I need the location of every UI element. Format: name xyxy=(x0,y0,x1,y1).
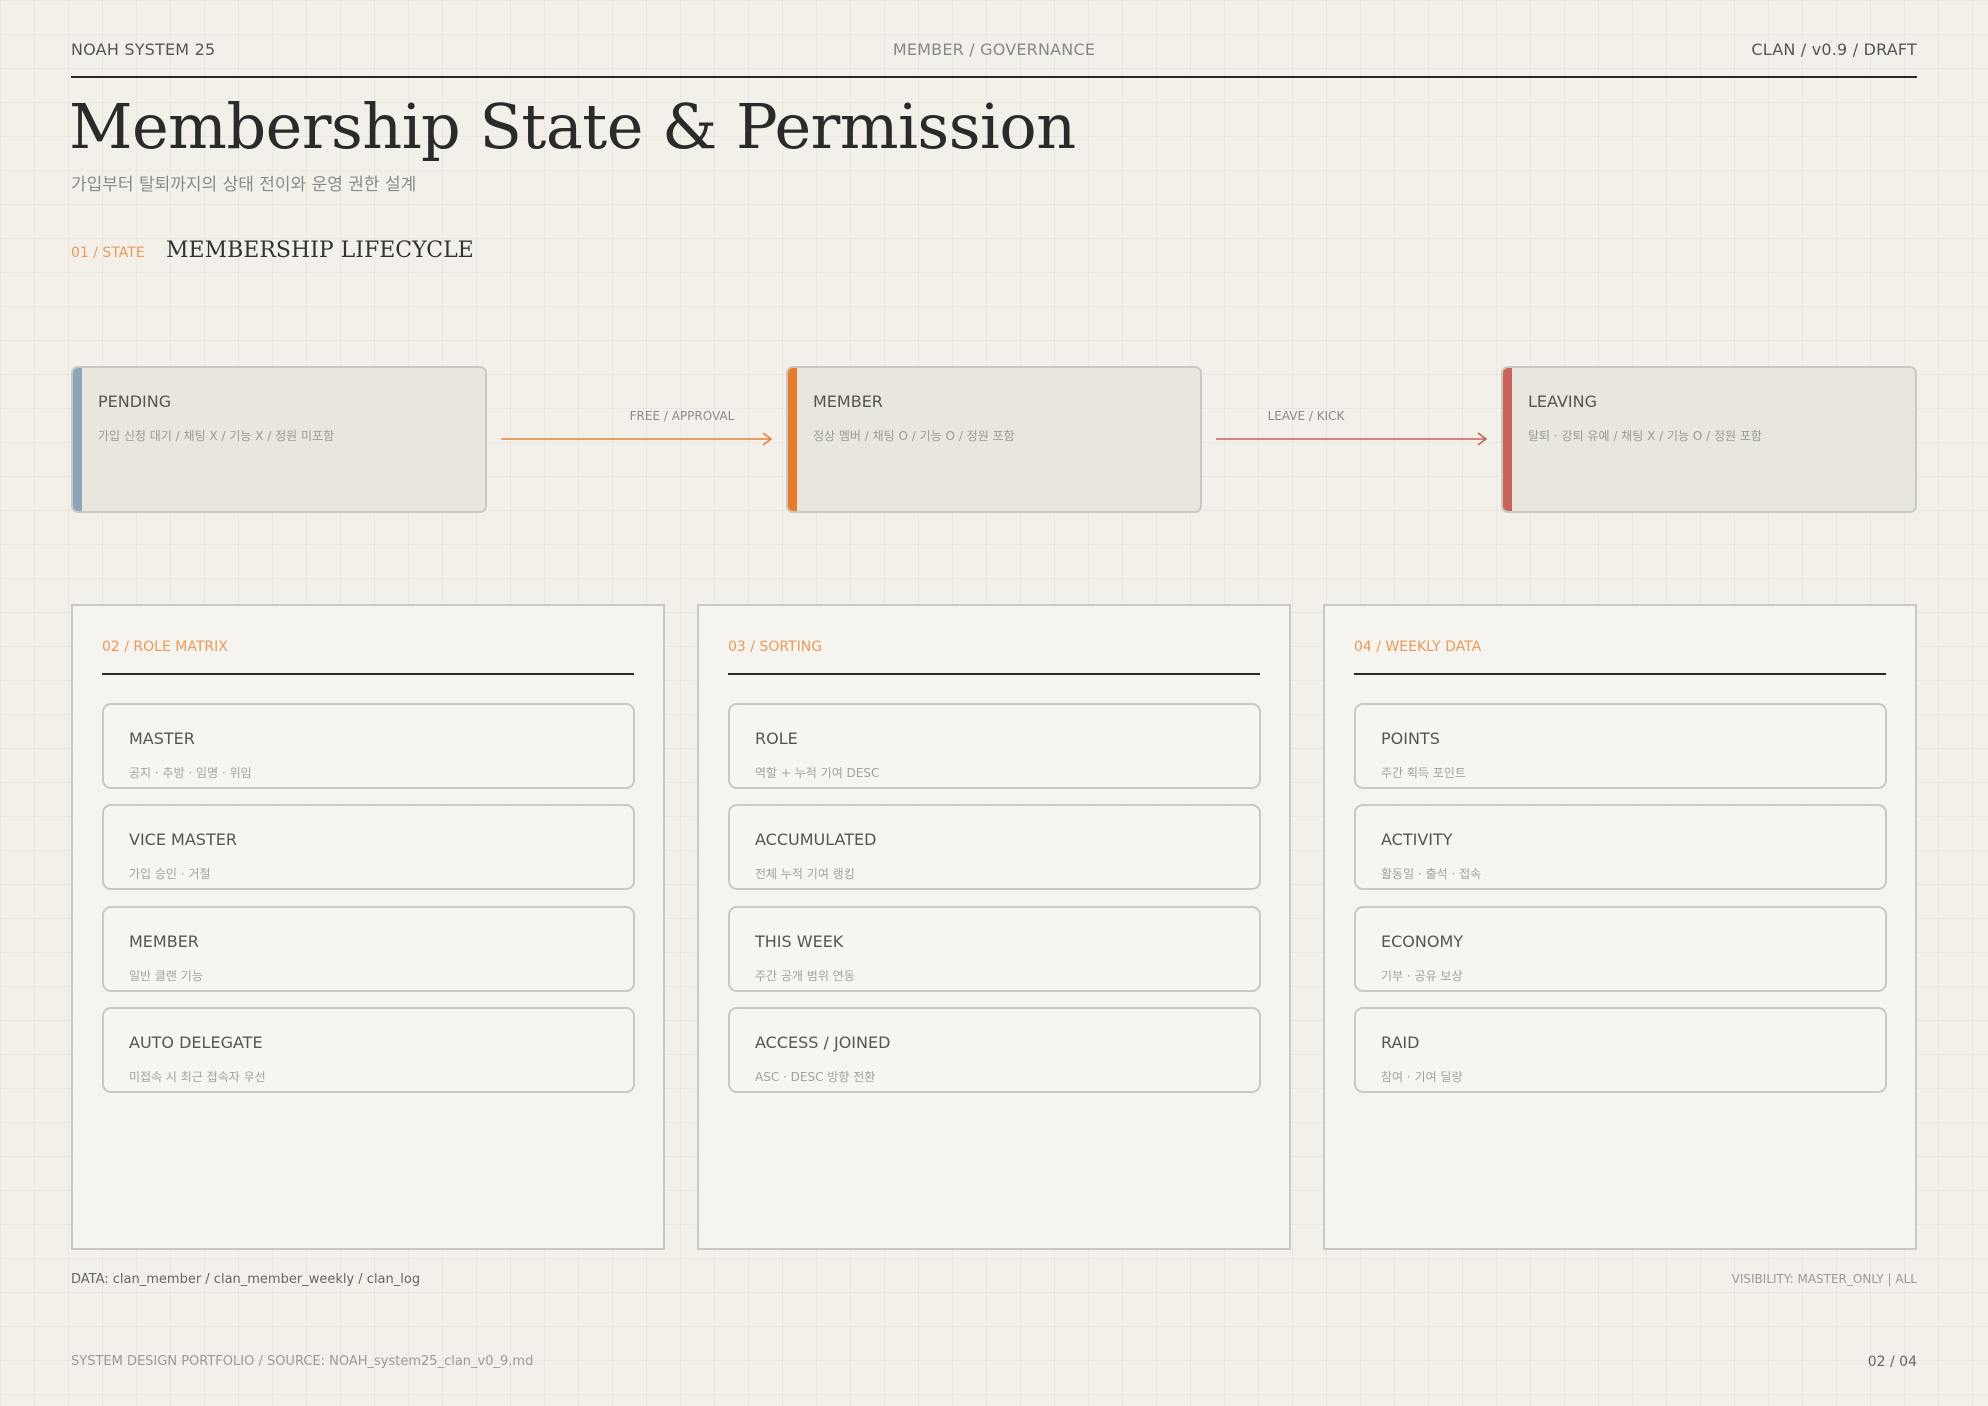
card-description: 참여 · 기여 딜량 xyxy=(1381,1070,1463,1084)
card-description: 주간 공개 범위 연동 xyxy=(755,969,855,983)
state-description: 정상 멤버 / 채팅 O / 기능 O / 정원 포함 xyxy=(813,429,1015,443)
panel-divider xyxy=(102,673,634,675)
state-name: PENDING xyxy=(98,392,172,411)
panel-title: 02 / ROLE MATRIX xyxy=(102,639,228,655)
card-title: ACTIVITY xyxy=(1381,830,1453,849)
card-member: MEMBER 일반 클랜 기능 xyxy=(102,906,635,992)
card-master: MASTER 공지 · 추방 · 임명 · 위임 xyxy=(102,703,635,789)
card-raid: RAID 참여 · 기여 딜량 xyxy=(1354,1007,1887,1093)
panel-title: 03 / SORTING xyxy=(728,639,823,655)
card-title: ECONOMY xyxy=(1381,932,1464,951)
header-right: CLAN / v0.9 / DRAFT xyxy=(1751,40,1917,59)
card-title: THIS WEEK xyxy=(755,932,844,951)
card-title: RAID xyxy=(1381,1033,1420,1052)
card-economy: ECONOMY 기부 · 공유 보상 xyxy=(1354,906,1887,992)
panel-divider xyxy=(728,673,1260,675)
card-accumulated: ACCUMULATED 전체 누적 기여 랭킹 xyxy=(728,804,1261,890)
transition-label-leave-kick: LEAVE / KICK xyxy=(1267,409,1345,423)
transition-arrow-leave-kick xyxy=(1216,432,1488,446)
card-description: 미접속 시 최근 접속자 우선 xyxy=(129,1070,266,1084)
card-description: 활동일 · 출석 · 접속 xyxy=(1381,867,1482,881)
card-auto-delegate: AUTO DELEGATE 미접속 시 최근 접속자 우선 xyxy=(102,1007,635,1093)
page-subtitle: 가입부터 탈퇴까지의 상태 전이와 운영 권한 설계 xyxy=(71,175,417,195)
state-accent-bar xyxy=(1503,368,1512,511)
card-access-joined: ACCESS / JOINED ASC · DESC 방향 전환 xyxy=(728,1007,1261,1093)
card-description: 가입 승인 · 거절 xyxy=(129,867,211,881)
section-number: 01 / STATE xyxy=(71,245,145,261)
footer-source: SYSTEM DESIGN PORTFOLIO / SOURCE: NOAH_s… xyxy=(71,1354,534,1369)
state-member: MEMBER 정상 멤버 / 채팅 O / 기능 O / 정원 포함 xyxy=(786,366,1202,513)
card-this-week: THIS WEEK 주간 공개 범위 연동 xyxy=(728,906,1261,992)
card-description: ASC · DESC 방향 전환 xyxy=(755,1070,876,1084)
card-title: MEMBER xyxy=(129,932,199,951)
card-title: ROLE xyxy=(755,729,798,748)
footer-visibility: VISIBILITY: MASTER_ONLY | ALL xyxy=(1731,1272,1917,1286)
state-leaving: LEAVING 탈퇴 · 강퇴 유예 / 채팅 X / 기능 O / 정원 포함 xyxy=(1501,366,1917,513)
card-title: POINTS xyxy=(1381,729,1440,748)
card-title: MASTER xyxy=(129,729,195,748)
card-title: ACCUMULATED xyxy=(755,830,877,849)
card-title: AUTO DELEGATE xyxy=(129,1033,263,1052)
card-points: POINTS 주간 획득 포인트 xyxy=(1354,703,1887,789)
card-description: 공지 · 추방 · 임명 · 위임 xyxy=(129,766,252,780)
card-description: 기부 · 공유 보상 xyxy=(1381,969,1463,983)
transition-label-free-approval: FREE / APPROVAL xyxy=(629,409,735,423)
section-title: MEMBERSHIP LIFECYCLE xyxy=(166,238,474,263)
state-description: 탈퇴 · 강퇴 유예 / 채팅 X / 기능 O / 정원 포함 xyxy=(1528,429,1762,443)
transition-arrow-free-approval xyxy=(501,432,773,446)
header-center: MEMBER / GOVERNANCE xyxy=(892,40,1096,59)
state-description: 가입 신청 대기 / 채팅 X / 기능 X / 정원 미포함 xyxy=(98,429,335,443)
card-description: 역할 + 누적 기여 DESC xyxy=(755,766,880,780)
footer-data-sources: DATA: clan_member / clan_member_weekly /… xyxy=(71,1272,421,1287)
card-role: ROLE 역할 + 누적 기여 DESC xyxy=(728,703,1261,789)
panel-sorting: 03 / SORTING ROLE 역할 + 누적 기여 DESC ACCUMU… xyxy=(697,604,1291,1250)
card-vice-master: VICE MASTER 가입 승인 · 거절 xyxy=(102,804,635,890)
page-number: 02 / 04 xyxy=(1867,1354,1917,1370)
panel-title: 04 / WEEKLY DATA xyxy=(1354,639,1482,655)
card-title: ACCESS / JOINED xyxy=(755,1033,891,1052)
card-title: VICE MASTER xyxy=(129,830,237,849)
panel-weekly-data: 04 / WEEKLY DATA POINTS 주간 획득 포인트 ACTIVI… xyxy=(1323,604,1917,1250)
panel-divider xyxy=(1354,673,1886,675)
header-divider xyxy=(71,76,1917,78)
card-activity: ACTIVITY 활동일 · 출석 · 접속 xyxy=(1354,804,1887,890)
state-accent-bar xyxy=(788,368,797,511)
page-title: Membership State & Permission xyxy=(69,90,1076,163)
card-description: 주간 획득 포인트 xyxy=(1381,766,1466,780)
card-description: 일반 클랜 기능 xyxy=(129,969,203,983)
panel-role-matrix: 02 / ROLE MATRIX MASTER 공지 · 추방 · 임명 · 위… xyxy=(71,604,665,1250)
card-description: 전체 누적 기여 랭킹 xyxy=(755,867,855,881)
state-pending: PENDING 가입 신청 대기 / 채팅 X / 기능 X / 정원 미포함 xyxy=(71,366,487,513)
state-name: LEAVING xyxy=(1528,392,1597,411)
state-accent-bar xyxy=(73,368,82,511)
